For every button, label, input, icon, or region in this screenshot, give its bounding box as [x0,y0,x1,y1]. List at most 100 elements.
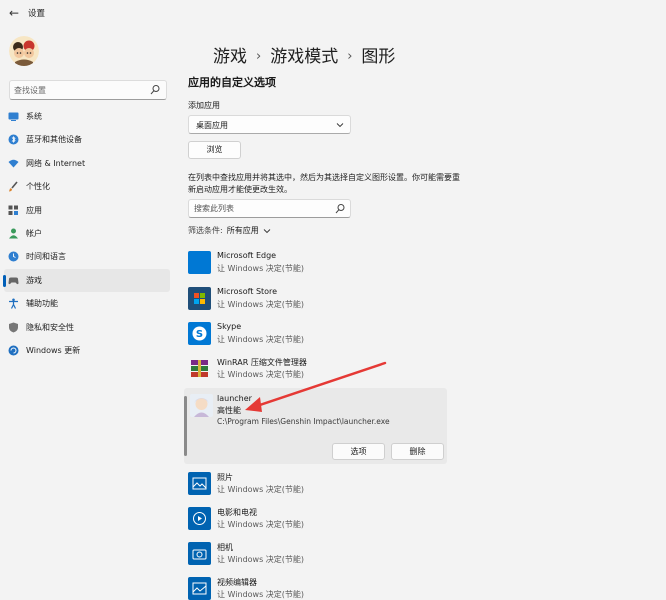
app-preference: 让 Windows 决定(节能) [217,590,305,599]
app-preference: 让 Windows 决定(节能) [217,264,305,273]
sidebar-item-label: 网络 & Internet [26,158,86,168]
window-title: 设置 [28,9,46,19]
sidebar-item-windows-update[interactable]: Windows 更新 [4,339,170,362]
sidebar-item-system[interactable]: 系统 [4,105,170,128]
sidebar-search-input[interactable] [14,83,144,97]
shield-icon [9,322,18,333]
app-row-skype[interactable]: S Skype 让 Windows 决定(节能) [186,320,448,354]
breadcrumb-game-mode[interactable]: 游戏模式 [270,47,338,67]
sidebar-item-accounts[interactable]: 帐户 [4,222,170,245]
update-icon [8,345,19,356]
app-preference: 让 Windows 决定(节能) [217,520,305,529]
bluetooth-icon [8,134,19,145]
app-row-camera[interactable]: 相机 让 Windows 决定(节能) [186,540,448,574]
app-preference: 让 Windows 决定(节能) [217,300,305,309]
app-name: Microsoft Edge [217,251,277,260]
app-preference: 让 Windows 决定(节能) [217,335,305,344]
title-bar: ← 设置 [0,0,666,26]
globe-clock-icon [8,251,19,262]
breadcrumb-separator: › [347,49,353,64]
person-icon [9,228,18,239]
app-row-launcher-expanded[interactable]: launcher 高性能 C:\Program Files\Genshin Im… [184,388,447,464]
sidebar-item-label: 蓝牙和其他设备 [26,135,82,145]
avatar[interactable] [9,36,39,66]
accessibility-icon [9,298,18,309]
edge-icon [188,251,211,274]
breadcrumb-separator: › [256,49,262,64]
movies-tv-icon [188,507,211,530]
browse-button[interactable]: 浏览 [188,141,241,159]
app-type-value: 桌面应用 [196,121,228,130]
brush-icon [9,181,18,192]
sidebar-item-bluetooth[interactable]: 蓝牙和其他设备 [4,128,170,151]
search-icon[interactable] [150,84,160,96]
photos-icon [188,472,211,495]
remove-button[interactable]: 删除 [391,443,444,460]
breadcrumb: 游戏 › 游戏模式 › 图形 [213,42,395,67]
app-name: Microsoft Store [217,287,278,296]
camera-icon [188,542,211,565]
options-button[interactable]: 选项 [332,443,385,460]
sidebar-item-privacy[interactable]: 隐私和安全性 [4,316,170,339]
chevron-down-icon [336,123,344,128]
app-name: 照片 [217,473,233,482]
winrar-icon [188,357,211,380]
app-preference: 高性能 [217,406,241,415]
sidebar-item-label: Windows 更新 [26,345,81,355]
sidebar-item-label: 游戏 [26,275,42,285]
sidebar-item-personalization[interactable]: 个性化 [4,175,170,198]
app-row-movies-tv[interactable]: 电影和电视 让 Windows 决定(节能) [186,505,448,539]
sidebar-item-label: 应用 [26,205,42,215]
app-preference: 让 Windows 决定(节能) [217,485,305,494]
list-search[interactable] [188,199,351,218]
app-name: Skype [217,322,242,331]
apps-icon [8,205,18,215]
sidebar-item-accessibility[interactable]: 辅助功能 [4,292,170,315]
sidebar-nav: 系统 蓝牙和其他设备 网络 & Internet 个性化 应用 帐户 时间和语言… [0,105,172,362]
add-app-label: 添加应用 [188,101,220,110]
app-name: 相机 [217,543,233,552]
list-search-input[interactable] [194,202,324,215]
gamepad-icon [8,277,19,284]
app-row-video-editor[interactable]: 视频编辑器 让 Windows 决定(节能) [186,575,448,600]
sidebar-item-label: 隐私和安全性 [26,322,74,332]
sidebar-item-network[interactable]: 网络 & Internet [4,152,170,175]
app-row-winrar[interactable]: WinRAR 压缩文件管理器 让 Windows 决定(节能) [186,355,448,389]
app-name: 电影和电视 [217,508,257,517]
wifi-icon [8,159,19,168]
app-name: 视频编辑器 [217,578,257,587]
svg-text:S: S [196,329,203,340]
section-title: 应用的自定义选项 [188,76,276,89]
sidebar-item-time-language[interactable]: 时间和语言 [4,245,170,268]
sidebar-item-label: 时间和语言 [26,252,66,262]
sidebar-item-label: 个性化 [26,182,50,192]
search-icon[interactable] [335,203,345,215]
app-preference: 让 Windows 决定(节能) [217,370,305,379]
breadcrumb-graphics: 图形 [361,47,396,67]
app-preference: 让 Windows 决定(节能) [217,555,305,564]
app-row-photos[interactable]: 照片 让 Windows 决定(节能) [186,470,448,504]
app-name: launcher [217,394,252,403]
back-arrow-icon[interactable]: ← [6,5,22,21]
monitor-icon [8,112,19,121]
store-icon [188,287,211,310]
breadcrumb-gaming[interactable]: 游戏 [213,47,247,67]
description-text: 在列表中查找应用并将其选中，然后为其选择自定义图形设置。你可能需要重新启动应用才… [188,173,460,194]
filter-value: 所有应用 [226,226,259,235]
video-editor-icon [188,577,211,600]
app-row-store[interactable]: Microsoft Store 让 Windows 决定(节能) [186,285,448,319]
sidebar-item-label: 系统 [26,112,42,121]
skype-icon: S [188,322,211,345]
sidebar-item-label: 辅助功能 [26,299,58,309]
sidebar-item-label: 帐户 [26,228,42,238]
app-path: C:\Program Files\Genshin Impact\launcher… [217,417,390,426]
sidebar-search[interactable] [9,80,167,100]
app-name: WinRAR 压缩文件管理器 [217,358,307,367]
app-row-edge[interactable]: Microsoft Edge 让 Windows 决定(节能) [186,249,448,283]
genshin-launcher-icon [190,394,213,417]
chevron-down-icon [263,228,271,233]
sidebar-item-apps[interactable]: 应用 [4,199,170,222]
sidebar-item-gaming[interactable]: 游戏 [3,268,170,293]
filter-dropdown[interactable]: 筛选条件: 所有应用 [188,225,271,236]
app-type-dropdown[interactable]: 桌面应用 [188,115,351,134]
